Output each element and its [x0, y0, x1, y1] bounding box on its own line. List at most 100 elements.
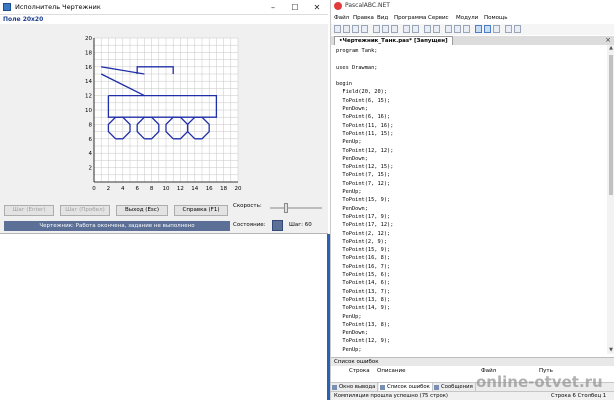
speed-slider-track[interactable] — [270, 207, 322, 209]
toolbar — [331, 24, 614, 35]
step-button[interactable]: Шаг (Enter) — [4, 205, 54, 216]
step-count: Шаг: 60 — [289, 222, 312, 228]
tab-close-icon[interactable]: × — [605, 36, 611, 44]
stop-icon[interactable] — [433, 25, 440, 33]
code-line[interactable]: ToPoint(16, 7); — [336, 263, 607, 271]
code-line[interactable]: ToPoint(13, 8); — [336, 321, 607, 329]
code-line[interactable]: ToPoint(6, 15); — [336, 97, 607, 105]
code-line[interactable] — [336, 55, 607, 63]
tab-error-label: Список ошибок — [387, 384, 430, 390]
code-line[interactable]: ToPoint(14, 6); — [336, 279, 607, 287]
cut-icon[interactable] — [373, 25, 380, 33]
help-button[interactable]: Справка (F1) — [174, 205, 228, 216]
editor-scrollbar[interactable]: ▲ ▼ — [607, 45, 614, 354]
y-tick-label: 8 — [89, 122, 93, 128]
code-line[interactable]: ToPoint(14, 9); — [336, 304, 607, 312]
x-tick-label: 8 — [150, 186, 154, 192]
scroll-down-icon[interactable]: ▼ — [608, 348, 614, 353]
compile-icon[interactable] — [493, 25, 500, 33]
code-line[interactable]: ToPoint(15, 9); — [336, 246, 607, 254]
code-line[interactable]: PenUp; — [336, 346, 607, 354]
help-icon[interactable] — [514, 25, 521, 33]
code-line[interactable]: ToPoint(7, 12); — [336, 180, 607, 188]
ide-title: PascalABC.NET — [345, 2, 390, 9]
menu-service[interactable]: Сервис — [428, 15, 449, 21]
status-bar: Чертежник: Работа окончена, задание не в… — [4, 221, 230, 231]
code-line[interactable]: ToPoint(17, 9); — [336, 213, 607, 221]
code-line[interactable]: program Tank; — [336, 47, 607, 55]
step-over-icon[interactable] — [454, 25, 461, 33]
menu-file[interactable]: Файл — [334, 15, 349, 21]
code-line[interactable]: ToPoint(11, 16); — [336, 122, 607, 130]
code-line[interactable]: ToPoint(13, 7); — [336, 288, 607, 296]
ide-statusbar: Компиляция прошла успешно (75 строк) Стр… — [331, 391, 614, 400]
code-line[interactable]: ToPoint(12, 9); — [336, 337, 607, 345]
run-icon[interactable] — [424, 25, 431, 33]
new-file-icon[interactable] — [334, 25, 341, 33]
redo-icon[interactable] — [412, 25, 419, 33]
save-all-icon[interactable] — [361, 25, 368, 33]
code-line[interactable]: PenDown; — [336, 205, 607, 213]
y-tick-label: 6 — [89, 137, 93, 143]
code-line[interactable]: PenUp; — [336, 188, 607, 196]
menu-view[interactable]: Вид — [377, 15, 388, 21]
menu-modules[interactable]: Модули — [456, 15, 478, 21]
minimize-icon[interactable]: – — [262, 0, 284, 15]
scroll-up-icon[interactable]: ▲ — [608, 46, 614, 51]
code-line[interactable]: Field(20, 20); — [336, 88, 607, 96]
step-over-button[interactable]: Шаг (Пробел) — [60, 205, 110, 216]
code-line[interactable]: ToPoint(6, 16); — [336, 113, 607, 121]
x-tick-label: 10 — [163, 186, 170, 192]
y-tick-label: 16 — [85, 65, 92, 71]
code-line[interactable]: uses Drawman; — [336, 64, 607, 72]
exit-button[interactable]: Выход (Esc) — [116, 205, 168, 216]
format-icon[interactable] — [475, 25, 482, 33]
code-line[interactable]: PenUp; — [336, 313, 607, 321]
code-line[interactable]: PenDown; — [336, 105, 607, 113]
close-icon[interactable]: ✕ — [306, 0, 328, 15]
code-line[interactable]: ToPoint(12, 15); — [336, 163, 607, 171]
ide-window: PascalABC.NET Файл Правка Вид Программа … — [330, 0, 614, 400]
code-line[interactable]: ToPoint(12, 12); — [336, 147, 607, 155]
app-icon — [3, 3, 11, 11]
menu-program[interactable]: Программа — [394, 15, 426, 21]
options-icon[interactable] — [505, 25, 512, 33]
step-into-icon[interactable] — [445, 25, 452, 33]
paste-icon[interactable] — [391, 25, 398, 33]
save-icon[interactable] — [352, 25, 359, 33]
error-list-header: Список ошибок — [331, 357, 614, 366]
open-file-icon[interactable] — [343, 25, 350, 33]
code-line[interactable]: begin — [336, 80, 607, 88]
code-line[interactable]: PenDown; — [336, 155, 607, 163]
code-line[interactable] — [336, 72, 607, 80]
step-out-icon[interactable] — [463, 25, 470, 33]
y-tick-label: 12 — [85, 94, 92, 100]
code-line[interactable]: ToPoint(13, 8); — [336, 296, 607, 304]
scrollbar-thumb[interactable] — [609, 55, 613, 195]
state-label: Состояние: — [233, 222, 266, 228]
code-editor[interactable]: program Tank; uses Drawman; begin Field(20… — [331, 45, 607, 354]
code-line[interactable]: ToPoint(15, 6); — [336, 271, 607, 279]
col-description[interactable]: Описание — [377, 366, 405, 376]
code-line[interactable]: ToPoint(17, 12); — [336, 221, 607, 229]
code-line[interactable]: ToPoint(2, 12); — [336, 230, 607, 238]
undo-icon[interactable] — [403, 25, 410, 33]
y-tick-label: 4 — [89, 151, 93, 157]
copy-icon[interactable] — [382, 25, 389, 33]
code-line[interactable]: ToPoint(2, 9); — [336, 238, 607, 246]
x-tick-label: 6 — [135, 186, 139, 192]
code-line[interactable]: ToPoint(11, 15); — [336, 130, 607, 138]
col-line[interactable]: Строка — [349, 366, 370, 376]
code-line[interactable]: ToPoint(16, 8); — [336, 254, 607, 262]
drawman-window: Исполнитель Чертежник – ☐ ✕ Поле 20x20 0… — [0, 0, 328, 400]
code-line[interactable]: ToPoint(15, 9); — [336, 196, 607, 204]
code-line[interactable]: ToPoint(7, 15); — [336, 171, 607, 179]
menu-help[interactable]: Помощь — [484, 15, 507, 21]
speed-slider-thumb[interactable] — [284, 203, 288, 213]
code-line[interactable]: PenUp; — [336, 138, 607, 146]
code-line[interactable]: PenDown; — [336, 329, 607, 337]
menu-edit[interactable]: Правка — [353, 15, 374, 21]
maximize-icon[interactable]: ☐ — [284, 0, 306, 15]
output-window-icon[interactable] — [484, 25, 491, 33]
tab-tank-file[interactable]: •Чертежник_Танк.pas* [Запущен] — [334, 36, 453, 45]
